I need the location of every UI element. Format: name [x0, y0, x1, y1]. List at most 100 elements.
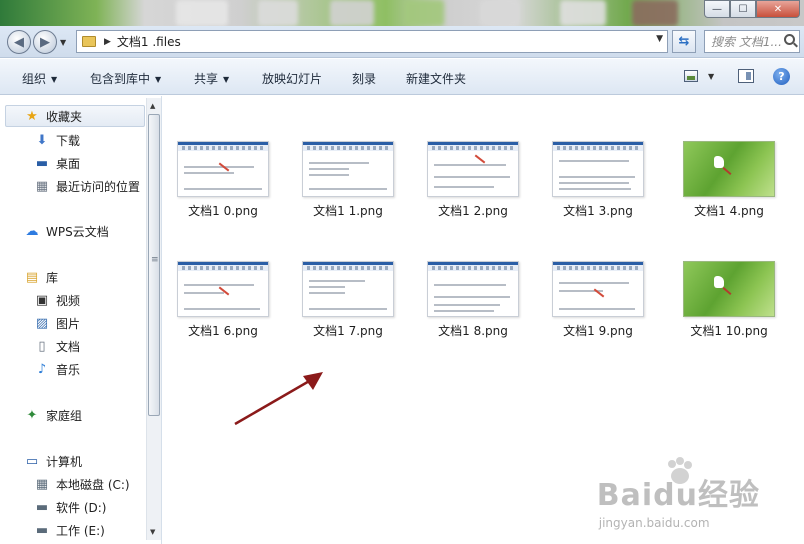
back-button[interactable]: ◀	[7, 30, 31, 54]
chevron-down-icon: ▼	[223, 75, 230, 84]
nav-item-documents[interactable]: ▯ 文档	[34, 335, 80, 357]
burn-button[interactable]: 刻录	[352, 70, 376, 87]
watermark-url: jingyan.baidu.com	[598, 516, 710, 530]
file-item[interactable]: 文档1 0.png	[163, 141, 283, 219]
file-name: 文档1 3.png	[563, 204, 633, 218]
include-in-library-label: 包含到库中	[90, 72, 151, 86]
file-thumbnail	[177, 261, 269, 317]
help-icon[interactable]: ?	[773, 68, 790, 85]
recent-places-icon: ▦	[35, 178, 49, 194]
minimize-button[interactable]: —	[704, 0, 730, 18]
address-bar[interactable]: ▶ 文档1 .files ▼	[76, 30, 668, 53]
window-controls: — ☐ ✕	[704, 0, 800, 18]
nav-item-libraries[interactable]: ▤ 库	[24, 266, 58, 288]
nav-item-desktop[interactable]: ▬ 桌面	[34, 152, 80, 174]
address-dropdown-icon[interactable]: ▼	[656, 34, 663, 44]
organize-label: 组织	[22, 72, 47, 86]
nav-scrollbar[interactable]: ▲ ▼	[146, 98, 161, 540]
file-thumbnail	[302, 261, 394, 317]
file-item[interactable]: 文档1 2.png	[413, 141, 533, 219]
music-icon: ♪	[37, 361, 47, 377]
include-in-library-menu[interactable]: 包含到库中 ▼	[90, 70, 161, 87]
nav-item-label: 收藏夹	[46, 109, 83, 124]
file-item[interactable]: 文档1 1.png	[288, 141, 408, 219]
file-item[interactable]: 文档1 6.png	[163, 261, 283, 339]
file-item[interactable]: 文档1 7.png	[288, 261, 408, 339]
nav-item-wps-cloud[interactable]: ☁ WPS云文档	[24, 220, 109, 242]
document-icon: ▯	[38, 338, 46, 354]
file-name: 文档1 8.png	[438, 324, 508, 338]
file-item[interactable]: 文档1 4.png	[669, 141, 789, 219]
share-menu[interactable]: 共享 ▼	[194, 70, 229, 87]
nav-item-videos[interactable]: ▣ 视频	[34, 289, 80, 311]
search-icon	[784, 34, 795, 45]
scroll-down-icon[interactable]: ▼	[150, 528, 155, 536]
view-dropdown-icon[interactable]: ▼	[708, 72, 714, 81]
chevron-down-icon: ▼	[155, 75, 162, 84]
address-row: ◀ ▶ ▼ ▶ 文档1 .files ▼ ⇆ 搜索 文档1...	[0, 26, 804, 58]
new-folder-label: 新建文件夹	[406, 72, 467, 86]
close-button[interactable]: ✕	[756, 0, 800, 18]
back-arrow-icon: ◀	[14, 34, 24, 50]
share-label: 共享	[194, 72, 219, 86]
recent-pages-dropdown-icon[interactable]: ▼	[60, 38, 66, 47]
nav-item-computer[interactable]: ▭ 计算机	[24, 450, 82, 472]
file-item[interactable]: 文档1 3.png	[538, 141, 658, 219]
file-thumbnail	[427, 141, 519, 197]
command-bar: 组织 ▼ 包含到库中 ▼ 共享 ▼ 放映幻灯片 刻录 新建文件夹 ▼ ?	[0, 59, 804, 95]
star-icon: ★	[26, 108, 38, 124]
change-view-icon[interactable]	[684, 70, 698, 82]
maximize-button[interactable]: ☐	[730, 0, 756, 18]
navigation-pane: ★ 收藏夹 ⬇ 下载 ▬ 桌面 ▦ 最近访问的位置 ☁ WPS云文档 ▤ 库 ▣…	[0, 96, 162, 544]
desktop-icon: ▬	[35, 155, 49, 171]
nav-item-label: 最近访问的位置	[56, 179, 141, 194]
preview-pane-icon[interactable]	[738, 69, 754, 83]
organize-menu[interactable]: 组织 ▼	[22, 70, 57, 87]
file-item[interactable]: 文档1 8.png	[413, 261, 533, 339]
nav-item-drive-c[interactable]: ▦ 本地磁盘 (C:)	[34, 473, 130, 495]
nav-item-label: 视频	[56, 293, 81, 308]
nav-item-homegroup[interactable]: ✦ 家庭组	[24, 404, 82, 426]
file-name: 文档1 9.png	[563, 324, 633, 338]
annotation-arrow	[234, 372, 323, 426]
nav-item-label: 计算机	[46, 454, 83, 469]
scroll-up-icon[interactable]: ▲	[150, 102, 155, 110]
forward-button[interactable]: ▶	[33, 30, 57, 54]
nav-item-label: 音乐	[56, 362, 81, 377]
file-item[interactable]: 文档1 9.png	[538, 261, 658, 339]
nav-item-drive-e[interactable]: ▬ 工作 (E:)	[34, 519, 105, 541]
nav-item-favorites[interactable]: ★ 收藏夹	[5, 105, 145, 127]
drive-icon: ▬	[35, 522, 49, 538]
forward-arrow-icon: ▶	[40, 34, 50, 50]
nav-item-drive-d[interactable]: ▬ 软件 (D:)	[34, 496, 107, 518]
nav-item-pictures[interactable]: ▨ 图片	[34, 312, 80, 334]
library-icon: ▤	[25, 269, 39, 285]
nav-item-downloads[interactable]: ⬇ 下载	[34, 129, 80, 151]
search-input[interactable]: 搜索 文档1...	[704, 30, 800, 53]
nav-item-recent-places[interactable]: ▦ 最近访问的位置	[34, 175, 140, 197]
burn-label: 刻录	[352, 72, 377, 86]
scroll-thumb[interactable]	[148, 114, 160, 416]
refresh-button[interactable]: ⇆	[672, 30, 696, 53]
nav-item-label: 桌面	[56, 156, 81, 171]
file-name: 文档1 4.png	[694, 204, 764, 218]
search-placeholder: 搜索 文档1...	[711, 35, 782, 49]
nav-item-music[interactable]: ♪ 音乐	[34, 358, 80, 380]
file-name: 文档1 6.png	[188, 324, 258, 338]
address-path[interactable]: 文档1 .files	[117, 33, 181, 50]
watermark: Baidu经验 jingyan.baidu.com	[597, 470, 760, 530]
new-folder-button[interactable]: 新建文件夹	[406, 70, 466, 87]
nav-item-label: 软件 (D:)	[56, 500, 107, 515]
nav-item-label: 图片	[56, 316, 81, 331]
video-icon: ▣	[35, 292, 49, 308]
system-drive-icon: ▦	[35, 476, 49, 492]
file-name: 文档1 0.png	[188, 204, 258, 218]
file-thumbnail	[683, 141, 775, 197]
folder-icon	[82, 36, 96, 47]
file-thumbnail	[427, 261, 519, 317]
file-item[interactable]: 文档1 10.png	[669, 261, 789, 339]
slideshow-button[interactable]: 放映幻灯片	[262, 70, 322, 87]
chevron-down-icon: ▼	[51, 75, 58, 84]
computer-icon: ▭	[25, 453, 39, 469]
breadcrumb-chevron-icon[interactable]: ▶	[104, 37, 111, 47]
